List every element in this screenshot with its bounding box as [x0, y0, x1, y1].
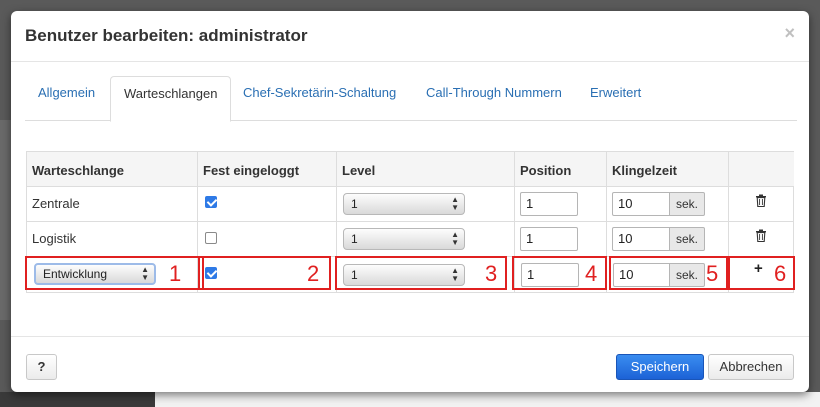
close-button[interactable]: ×	[784, 23, 795, 44]
updown-arrows-icon: ▲ ▼	[451, 195, 459, 212]
logged-in-cell	[198, 222, 337, 257]
column-header-actions	[729, 152, 794, 187]
ring-time-cell: 10 sek.	[607, 187, 729, 222]
column-header-logged-in: Fest eingeloggt	[198, 152, 337, 187]
tab-bar: Allgemein Warteschlangen Chef-Sekretärin…	[25, 76, 797, 122]
level-select-value: 1	[351, 232, 358, 246]
ring-time-cell: 10 sek.	[607, 222, 729, 257]
level-select-value: 1	[351, 197, 358, 211]
edit-user-dialog: Benutzer bearbeiten: administrator × All…	[11, 11, 809, 392]
level-cell: 1 ▲ ▼	[337, 222, 515, 257]
tab-erweitert[interactable]: Erweitert	[577, 76, 654, 121]
annotation-box-3	[335, 256, 507, 290]
level-select[interactable]: 1 ▲ ▼	[343, 193, 465, 215]
trash-icon[interactable]	[755, 194, 767, 207]
dialog-header: Benutzer bearbeiten: administrator ×	[11, 11, 809, 62]
logged-in-checkbox[interactable]	[205, 232, 217, 244]
save-button[interactable]: Speichern	[616, 354, 704, 380]
annotation-number-5: 5	[706, 261, 719, 286]
logged-in-cell	[198, 187, 337, 222]
column-header-ring-time: Klingelzeit	[607, 152, 729, 187]
annotation-number-2: 2	[307, 261, 320, 286]
position-input[interactable]: 1	[520, 192, 578, 216]
logged-in-checkbox[interactable]	[205, 196, 217, 208]
trash-icon[interactable]	[755, 229, 767, 242]
background-page-strip	[155, 392, 820, 407]
column-header-queue: Warteschlange	[27, 152, 198, 187]
queue-name: Zentrale	[27, 187, 198, 222]
annotation-number-1: 1	[169, 261, 182, 286]
backdrop	[0, 120, 11, 320]
annotation-number-4: 4	[585, 261, 598, 286]
ring-time-input[interactable]: 10	[612, 192, 670, 216]
queue-name: Logistik	[27, 222, 198, 257]
position-input[interactable]: 1	[520, 227, 578, 251]
column-header-position: Position	[515, 152, 607, 187]
level-select[interactable]: 1 ▲ ▼	[343, 228, 465, 250]
actions-cell	[729, 222, 794, 257]
tab-allgemein[interactable]: Allgemein	[25, 76, 108, 121]
tab-call-through[interactable]: Call-Through Nummern	[413, 76, 575, 121]
dialog-footer: ? Speichern Abbrechen	[11, 336, 809, 392]
cancel-button[interactable]: Abbrechen	[708, 354, 794, 380]
ring-time-unit: sek.	[670, 192, 705, 216]
annotation-number-3: 3	[485, 261, 498, 286]
level-cell: 1 ▲ ▼	[337, 187, 515, 222]
updown-arrows-icon: ▲ ▼	[451, 230, 459, 247]
tab-warteschlangen[interactable]: Warteschlangen	[110, 76, 232, 122]
position-cell: 1	[515, 222, 607, 257]
actions-cell	[729, 187, 794, 222]
position-cell: 1	[515, 187, 607, 222]
tab-chef-sekretaerin[interactable]: Chef-Sekretärin-Schaltung	[230, 76, 409, 121]
ring-time-input[interactable]: 10	[612, 227, 670, 251]
backdrop-bottom	[0, 392, 820, 407]
column-header-level: Level	[337, 152, 515, 187]
ring-time-unit: sek.	[670, 227, 705, 251]
help-button[interactable]: ?	[26, 354, 57, 380]
annotation-number-6: 6	[774, 261, 787, 286]
dialog-title: Benutzer bearbeiten: administrator	[25, 26, 308, 45]
